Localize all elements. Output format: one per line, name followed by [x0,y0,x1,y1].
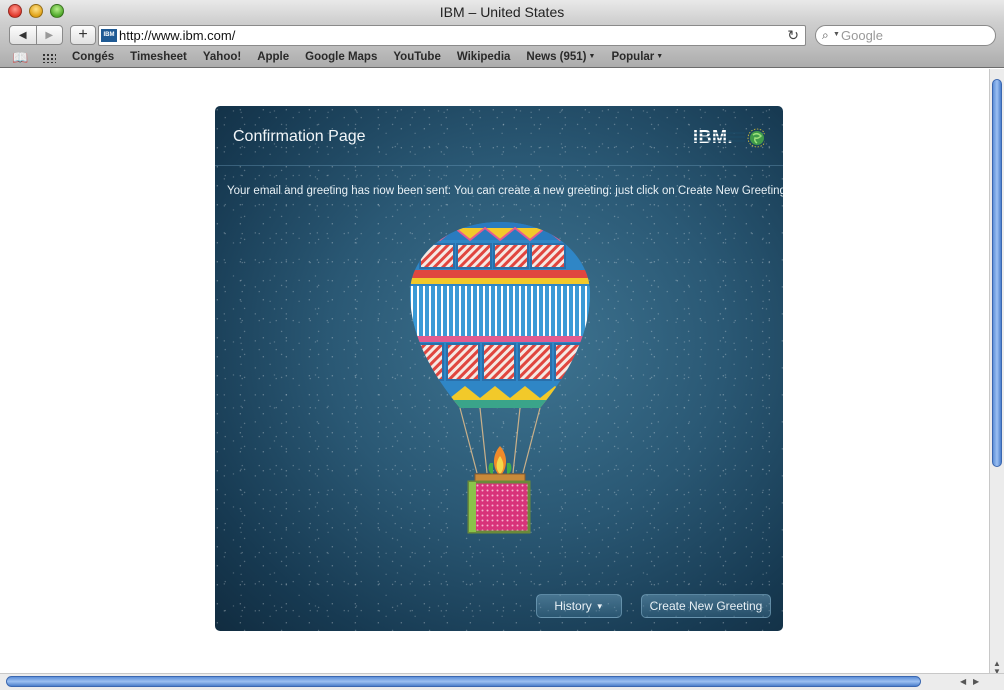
window-titlebar: IBM – United States [0,0,1004,22]
ibm-logo: IBM. [693,127,765,148]
confirmation-card: Confirmation Page IBM. Your email and gr… [215,106,783,631]
reload-icon[interactable]: ↻ [787,27,799,44]
bookmark-timesheet[interactable]: Timesheet [130,51,187,63]
horizontal-scrollbar[interactable]: ◀ ▶ [0,673,1004,690]
bookmark-yahoo[interactable]: Yahoo! [203,51,241,63]
bookmark-list: Congés Timesheet Yahoo! Apple Google Map… [72,51,679,63]
bookmark-google-maps[interactable]: Google Maps [305,51,377,63]
search-field[interactable]: ⌕ ▼ [815,25,996,46]
window-title: IBM – United States [439,4,565,20]
bookmark-popular-menu[interactable]: Popular ▼ [611,51,663,63]
add-bookmark-button[interactable]: + [70,25,96,45]
top-sites-grid-icon[interactable] [42,53,56,63]
chevron-down-icon: ▼ [595,602,604,611]
search-input[interactable] [841,28,991,43]
chevron-down-icon: ▼ [656,53,664,60]
scroll-left-icon[interactable]: ◀ [960,677,966,686]
horizontal-scroll-thumb[interactable] [6,676,921,687]
create-new-greeting-button[interactable]: Create New Greeting [641,594,771,618]
confirmation-message: Your email and greeting has now been sen… [227,185,783,197]
page-title: Confirmation Page [233,128,366,145]
bookmark-news-menu[interactable]: News (951) ▼ [526,51,595,63]
hot-air-balloon-illustration [410,222,590,534]
bookmark-wikipedia[interactable]: Wikipedia [457,51,511,63]
chevron-down-icon[interactable]: ▼ [833,31,840,38]
forward-button[interactable]: ▶ [37,26,63,44]
plus-icon: + [78,26,88,43]
bookmark-popular-label: Popular [611,51,655,63]
bookmarks-bar: 📖 Congés Timesheet Yahoo! Apple Google M… [0,48,1004,68]
card-header: Confirmation Page IBM. [215,106,783,166]
favicon-icon: IBM [101,29,117,42]
nav-button-group: ◀ ▶ [9,25,63,45]
bookmark-youtube[interactable]: YouTube [393,51,440,63]
browser-toolbar: ◀ ▶ + IBM http://www.ibm.com/ ↻ ⌕ ▼ [0,22,1004,48]
back-arrow-icon: ◀ [18,29,27,41]
bookmarks-book-icon[interactable]: 📖 [12,50,28,66]
bookmark-conges[interactable]: Congés [72,51,114,63]
bookmark-apple[interactable]: Apple [257,51,289,63]
back-button[interactable]: ◀ [10,26,37,44]
url-text[interactable]: http://www.ibm.com/ [119,28,235,43]
vertical-scroll-thumb[interactable] [992,79,1002,467]
history-dropdown-button[interactable]: History ▼ [536,594,622,618]
address-bar[interactable]: IBM http://www.ibm.com/ ↻ [98,25,806,46]
vertical-scrollbar[interactable]: ▲ ▼ [989,69,1004,676]
bookmark-news-label: News (951) [526,51,587,63]
history-label: History [554,599,592,613]
chevron-down-icon: ▼ [588,53,596,60]
search-icon[interactable]: ⌕ [822,28,829,43]
scroll-right-icon[interactable]: ▶ [973,677,979,686]
forward-arrow-icon: ▶ [45,29,54,41]
